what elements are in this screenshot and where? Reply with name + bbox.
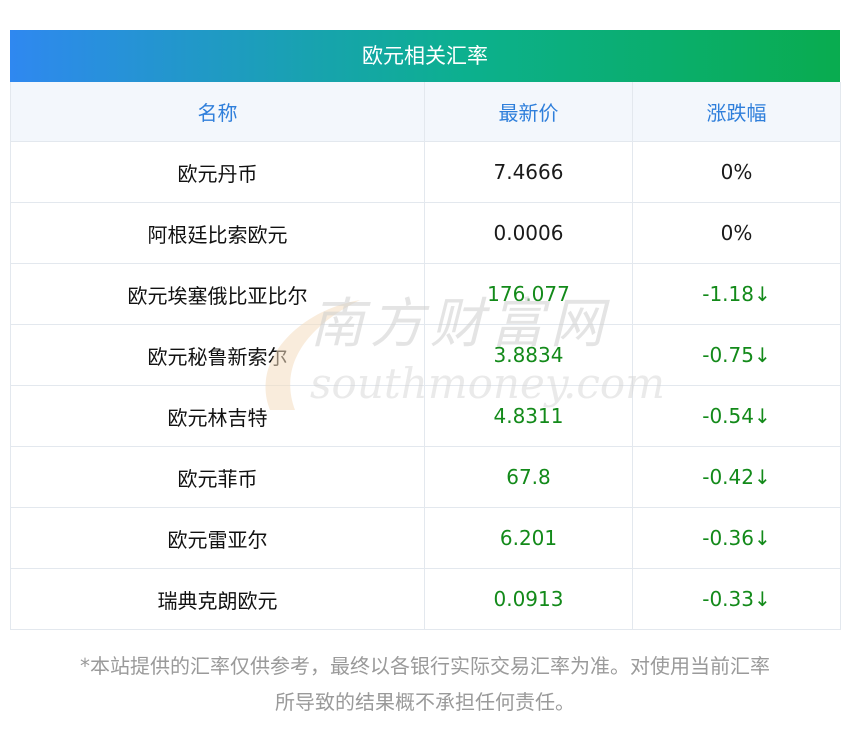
change-percent: -0.54↓ — [632, 385, 841, 447]
currency-name: 欧元埃塞俄比亚比尔 — [10, 263, 425, 325]
header-price: 最新价 — [424, 82, 633, 142]
currency-name: 欧元秘鲁新索尔 — [10, 324, 425, 386]
rates-table: 名称 最新价 涨跌幅 欧元丹币 7.4666 0% 阿根廷比索欧元 0.0006… — [10, 82, 841, 630]
latest-price: 3.8834 — [424, 324, 633, 386]
header-row: 名称 最新价 涨跌幅 — [10, 82, 841, 142]
disclaimer-line-2: 所导致的结果概不承担任何责任。 — [275, 690, 575, 714]
latest-price: 0.0006 — [424, 202, 633, 264]
change-percent: -0.36↓ — [632, 507, 841, 569]
latest-price: 0.0913 — [424, 568, 633, 630]
currency-name: 欧元林吉特 — [10, 385, 425, 447]
table-row: 欧元秘鲁新索尔 3.8834 -0.75↓ — [10, 324, 841, 386]
table-row: 瑞典克朗欧元 0.0913 -0.33↓ — [10, 568, 841, 630]
change-percent: -0.33↓ — [632, 568, 841, 630]
exchange-rate-table: 欧元相关汇率 名称 最新价 涨跌幅 欧元丹币 7.4666 0% 阿根廷比索欧元… — [10, 30, 841, 630]
change-percent: -0.42↓ — [632, 446, 841, 508]
latest-price: 7.4666 — [424, 141, 633, 203]
latest-price: 6.201 — [424, 507, 633, 569]
change-percent: 0% — [632, 141, 841, 203]
change-percent: 0% — [632, 202, 841, 264]
disclaimer-line-1: *本站提供的汇率仅供参考，最终以各银行实际交易汇率为准。对使用当前汇率 — [80, 654, 770, 678]
disclaimer-note: *本站提供的汇率仅供参考，最终以各银行实际交易汇率为准。对使用当前汇率 所导致的… — [10, 648, 840, 720]
table-row: 欧元埃塞俄比亚比尔 176.077 -1.18↓ — [10, 263, 841, 325]
currency-name: 阿根廷比索欧元 — [10, 202, 425, 264]
currency-name: 欧元丹币 — [10, 141, 425, 203]
header-name: 名称 — [10, 82, 425, 142]
table-row: 欧元丹币 7.4666 0% — [10, 141, 841, 203]
table-row: 欧元雷亚尔 6.201 -0.36↓ — [10, 507, 841, 569]
change-percent: -1.18↓ — [632, 263, 841, 325]
latest-price: 67.8 — [424, 446, 633, 508]
table-row: 欧元菲币 67.8 -0.42↓ — [10, 446, 841, 508]
table-row: 欧元林吉特 4.8311 -0.54↓ — [10, 385, 841, 447]
change-percent: -0.75↓ — [632, 324, 841, 386]
table-row: 阿根廷比索欧元 0.0006 0% — [10, 202, 841, 264]
latest-price: 4.8311 — [424, 385, 633, 447]
table-title: 欧元相关汇率 — [10, 30, 840, 82]
currency-name: 欧元菲币 — [10, 446, 425, 508]
latest-price: 176.077 — [424, 263, 633, 325]
header-change: 涨跌幅 — [632, 82, 841, 142]
currency-name: 瑞典克朗欧元 — [10, 568, 425, 630]
currency-name: 欧元雷亚尔 — [10, 507, 425, 569]
